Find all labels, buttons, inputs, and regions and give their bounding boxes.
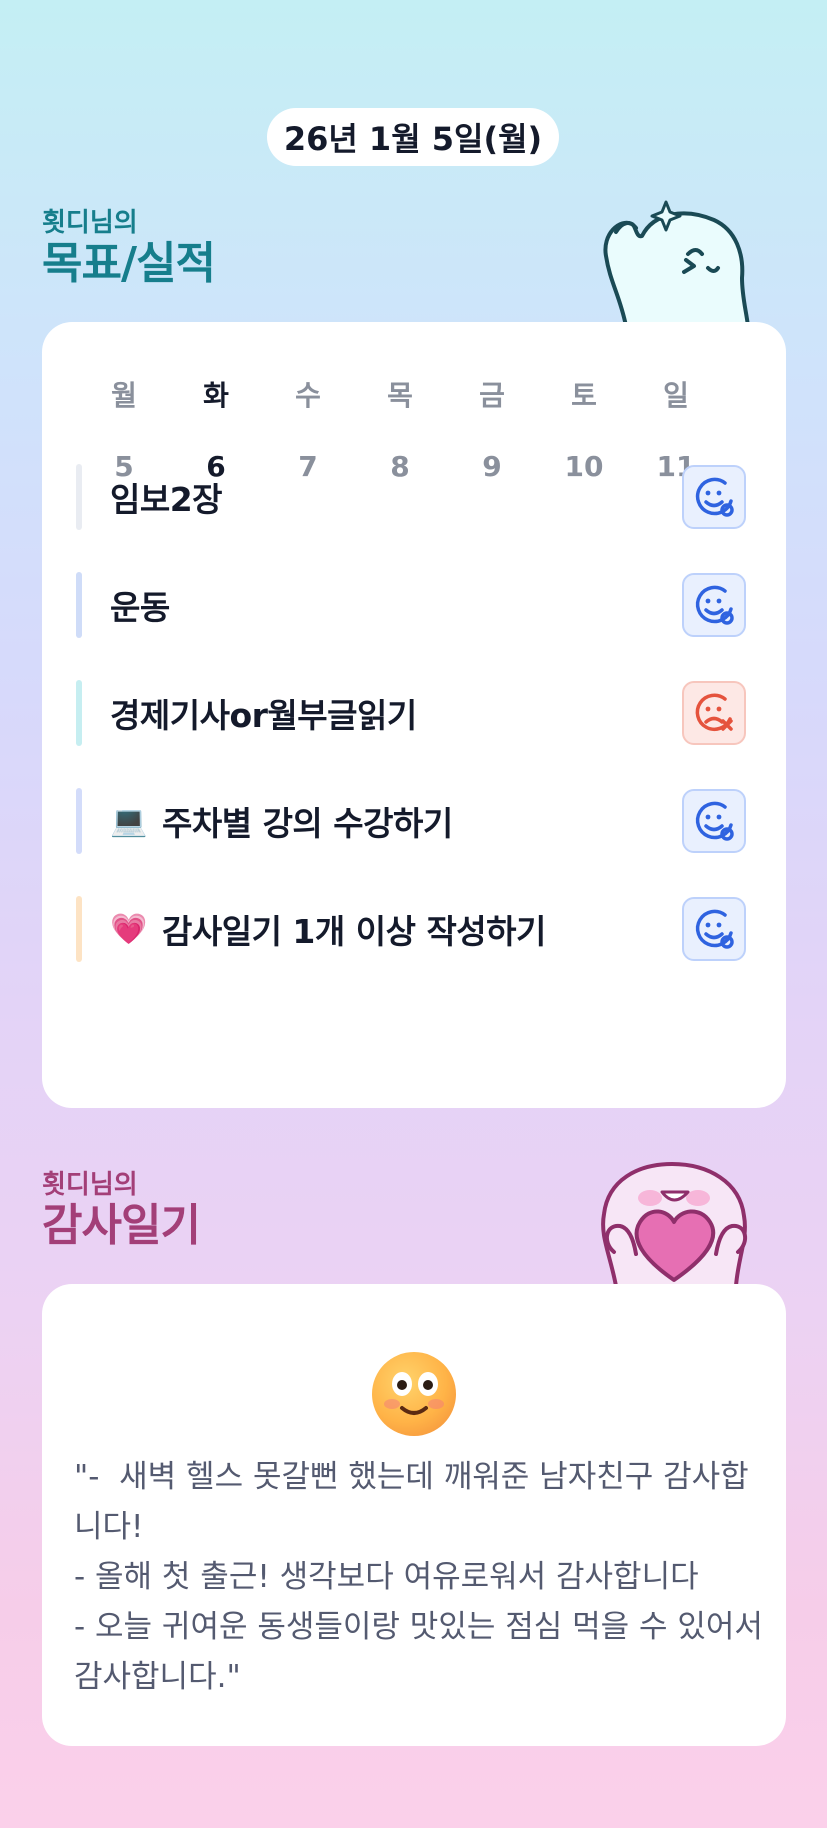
task-row[interactable]: 💻 주차별 강의 수강하기 <box>76 788 746 854</box>
ghost-mascot-icon <box>603 200 750 326</box>
goals-owner: 횟디님의 <box>42 208 138 238</box>
weekday-label[interactable]: 일 <box>646 374 706 414</box>
gratitude-owner: 횟디님의 <box>42 1170 138 1200</box>
task-row[interactable]: 경제기사or월부글읽기 <box>76 680 746 746</box>
weekday-label[interactable]: 월 <box>94 374 154 414</box>
frown-x-icon[interactable] <box>682 681 746 745</box>
date-label: 26년 1월 5일(월) <box>283 120 543 158</box>
smile-check-icon[interactable] <box>682 465 746 529</box>
gratitude-card: "- 새벽 헬스 못갈뻔 했는데 깨워준 남자친구 감사합니다! - 올해 첫 … <box>42 1284 786 1746</box>
weekday-label[interactable]: 토 <box>554 374 614 414</box>
task-label: 운동 <box>110 588 170 627</box>
goals-section-header: 횟디님의 목표/실적 <box>42 208 216 290</box>
task-color-bar <box>76 896 82 962</box>
goals-title: 목표/실적 <box>42 238 216 289</box>
task-emoji-icon: 💗 <box>110 911 148 947</box>
task-row[interactable]: 운동 <box>76 572 746 638</box>
task-row[interactable]: 💗 감사일기 1개 이상 작성하기 <box>76 896 746 962</box>
weekday-label[interactable]: 목 <box>370 374 430 414</box>
task-row[interactable]: 임보2장 <box>76 464 746 530</box>
task-label: 경제기사or월부글읽기 <box>110 696 417 735</box>
gratitude-section-header: 횟디님의 감사일기 <box>42 1170 201 1252</box>
task-label: 감사일기 1개 이상 작성하기 <box>162 912 546 951</box>
smiling-face-icon <box>372 1352 456 1436</box>
task-color-bar <box>76 680 82 746</box>
task-emoji-icon: 💻 <box>110 803 148 839</box>
smile-check-icon[interactable] <box>682 573 746 637</box>
gratitude-title: 감사일기 <box>42 1200 201 1251</box>
heart-mascot-icon <box>601 1162 748 1286</box>
goals-card: 월화수목금토일 5 6 7 8 9 10 11 임보2장 운동 경제기사or월부글읽기 💻 주차별 … <box>42 322 786 1108</box>
smile-check-icon[interactable] <box>682 789 746 853</box>
weekday-label[interactable]: 수 <box>278 374 338 414</box>
date-pill[interactable]: 26년 1월 5일(월) <box>267 108 559 166</box>
weekday-row: 월화수목금토일 <box>94 374 706 414</box>
task-color-bar <box>76 572 82 638</box>
task-label: 임보2장 <box>110 480 223 519</box>
smile-check-icon[interactable] <box>682 897 746 961</box>
gratitude-text: "- 새벽 헬스 못갈뻔 했는데 깨워준 남자친구 감사합니다! - 올해 첫 … <box>74 1459 763 1695</box>
weekday-label[interactable]: 화 <box>186 374 246 414</box>
task-color-bar <box>76 788 82 854</box>
task-label: 주차별 강의 수강하기 <box>162 804 453 843</box>
weekday-label[interactable]: 금 <box>462 374 522 414</box>
task-color-bar <box>76 464 82 530</box>
